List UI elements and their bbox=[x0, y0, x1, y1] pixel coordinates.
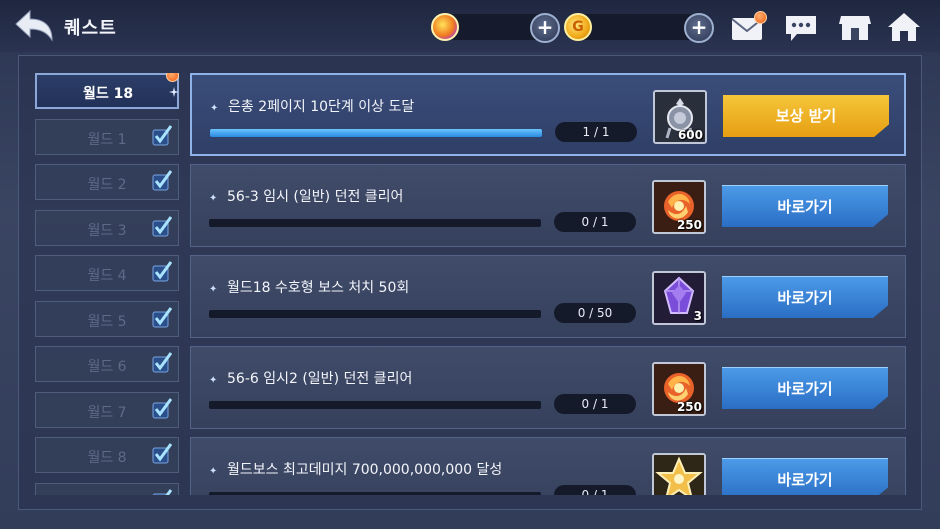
quest-progress-count: 0 / 1 bbox=[554, 485, 636, 495]
gold-star-icon[interactable] bbox=[652, 453, 706, 495]
quest-progress-bar bbox=[209, 492, 541, 495]
sidebar-item-world-partial[interactable] bbox=[35, 483, 179, 495]
sidebar-item-world-1[interactable]: 월드 1 bbox=[35, 119, 179, 155]
gold-symbol: G bbox=[572, 19, 584, 35]
add-gem-button[interactable]: + bbox=[530, 13, 560, 43]
checkmark-icon bbox=[152, 307, 172, 328]
gold-icon: G bbox=[564, 13, 592, 41]
claim-reward-button[interactable]: 보상 받기 bbox=[723, 95, 889, 137]
quest-progress-fill bbox=[210, 129, 542, 137]
quest-progress-bar bbox=[210, 129, 542, 137]
quest-row: ✦ 월드보스 최고데미지 700,000,000,000 달성 0 / 1 바로… bbox=[190, 437, 906, 495]
quest-progress-count: 0 / 1 bbox=[554, 212, 636, 232]
home-icon[interactable] bbox=[886, 10, 922, 44]
shop-icon[interactable] bbox=[837, 10, 873, 44]
quest-title: 56-3 임시 (일반) 던전 클리어 bbox=[227, 189, 404, 205]
quest-row: ✦ 56-3 임시 (일반) 던전 클리어 0 / 1 250 바로가기 bbox=[190, 164, 906, 247]
reward-quantity: 3 bbox=[693, 309, 702, 323]
mail-notification-dot bbox=[754, 11, 767, 24]
top-bar: 퀘스트 + G + bbox=[0, 0, 940, 52]
fire-orb-icon[interactable]: 250 bbox=[652, 180, 706, 234]
checkmark-icon bbox=[152, 216, 172, 237]
sidebar-item-world-18[interactable]: 월드 18 bbox=[35, 73, 179, 109]
reward-quantity: 250 bbox=[676, 400, 702, 414]
world-sidebar[interactable]: 월드 18 월드 1 월드 2 월드 3 월드 4 월드 5 월드 6 월드 7… bbox=[35, 73, 180, 495]
quest-progress-bar bbox=[209, 401, 541, 409]
quest-list[interactable]: ✦ 은총 2페이지 10단계 이상 도달 1 / 1 600 보상 받기 ✦ 5… bbox=[190, 73, 908, 495]
reward-quantity: 250 bbox=[676, 218, 702, 232]
checkmark-icon bbox=[152, 398, 172, 419]
sidebar-item-world-6[interactable]: 월드 6 bbox=[35, 346, 179, 382]
bullet-icon: ✦ bbox=[209, 193, 218, 204]
purple-crystal-icon[interactable]: 3 bbox=[652, 271, 706, 325]
checkmark-icon bbox=[152, 443, 172, 464]
sidebar-item-world-4[interactable]: 월드 4 bbox=[35, 255, 179, 291]
sidebar-item-world-3[interactable]: 월드 3 bbox=[35, 210, 179, 246]
page-title: 퀘스트 bbox=[64, 18, 117, 39]
quest-row: ✦ 56-6 임시2 (일반) 던전 클리어 0 / 1 250 바로가기 bbox=[190, 346, 906, 429]
mail-icon[interactable] bbox=[729, 10, 767, 44]
go-to-button[interactable]: 바로가기 bbox=[722, 276, 888, 318]
checkmark-icon bbox=[152, 489, 172, 495]
go-to-button[interactable]: 바로가기 bbox=[722, 367, 888, 409]
sidebar-item-world-2[interactable]: 월드 2 bbox=[35, 164, 179, 200]
quest-row: ✦ 은총 2페이지 10단계 이상 도달 1 / 1 600 보상 받기 bbox=[190, 73, 906, 156]
checkmark-icon bbox=[152, 170, 172, 191]
bullet-icon: ✦ bbox=[209, 375, 218, 386]
bullet-icon: ✦ bbox=[210, 103, 219, 114]
bullet-icon: ✦ bbox=[209, 466, 218, 477]
quest-title: 월드18 수호형 보스 처치 50회 bbox=[227, 280, 410, 296]
go-to-button[interactable]: 바로가기 bbox=[722, 185, 888, 227]
quest-progress-count: 0 / 50 bbox=[554, 303, 636, 323]
add-gold-button[interactable]: + bbox=[684, 13, 714, 43]
sidebar-item-world-8[interactable]: 월드 8 bbox=[35, 437, 179, 473]
reward-quantity: 600 bbox=[677, 128, 703, 142]
sidebar-item-label: 월드 18 bbox=[82, 86, 134, 102]
fire-orb-icon[interactable]: 250 bbox=[652, 362, 706, 416]
quest-progress-bar bbox=[209, 219, 541, 227]
medal-icon[interactable]: 600 bbox=[653, 90, 707, 144]
quest-title: 은총 2페이지 10단계 이상 도달 bbox=[228, 99, 415, 115]
sparkle-icon bbox=[169, 87, 179, 97]
quest-progress-count: 0 / 1 bbox=[554, 394, 636, 414]
quest-progress-bar bbox=[209, 310, 541, 318]
sidebar-item-world-7[interactable]: 월드 7 bbox=[35, 392, 179, 428]
go-to-button[interactable]: 바로가기 bbox=[722, 458, 888, 495]
quest-title: 56-6 임시2 (일반) 던전 클리어 bbox=[227, 371, 413, 387]
quest-progress-count: 1 / 1 bbox=[555, 122, 637, 142]
back-arrow-icon[interactable] bbox=[12, 8, 56, 44]
bullet-icon: ✦ bbox=[209, 284, 218, 295]
checkmark-icon bbox=[152, 352, 172, 373]
sidebar-item-world-5[interactable]: 월드 5 bbox=[35, 301, 179, 337]
checkmark-icon bbox=[152, 261, 172, 282]
quest-row: ✦ 월드18 수호형 보스 처치 50회 0 / 50 3 바로가기 bbox=[190, 255, 906, 338]
chat-icon[interactable] bbox=[783, 10, 819, 44]
gem-icon bbox=[431, 13, 459, 41]
checkmark-icon bbox=[152, 125, 172, 146]
quest-title: 월드보스 최고데미지 700,000,000,000 달성 bbox=[227, 462, 503, 478]
